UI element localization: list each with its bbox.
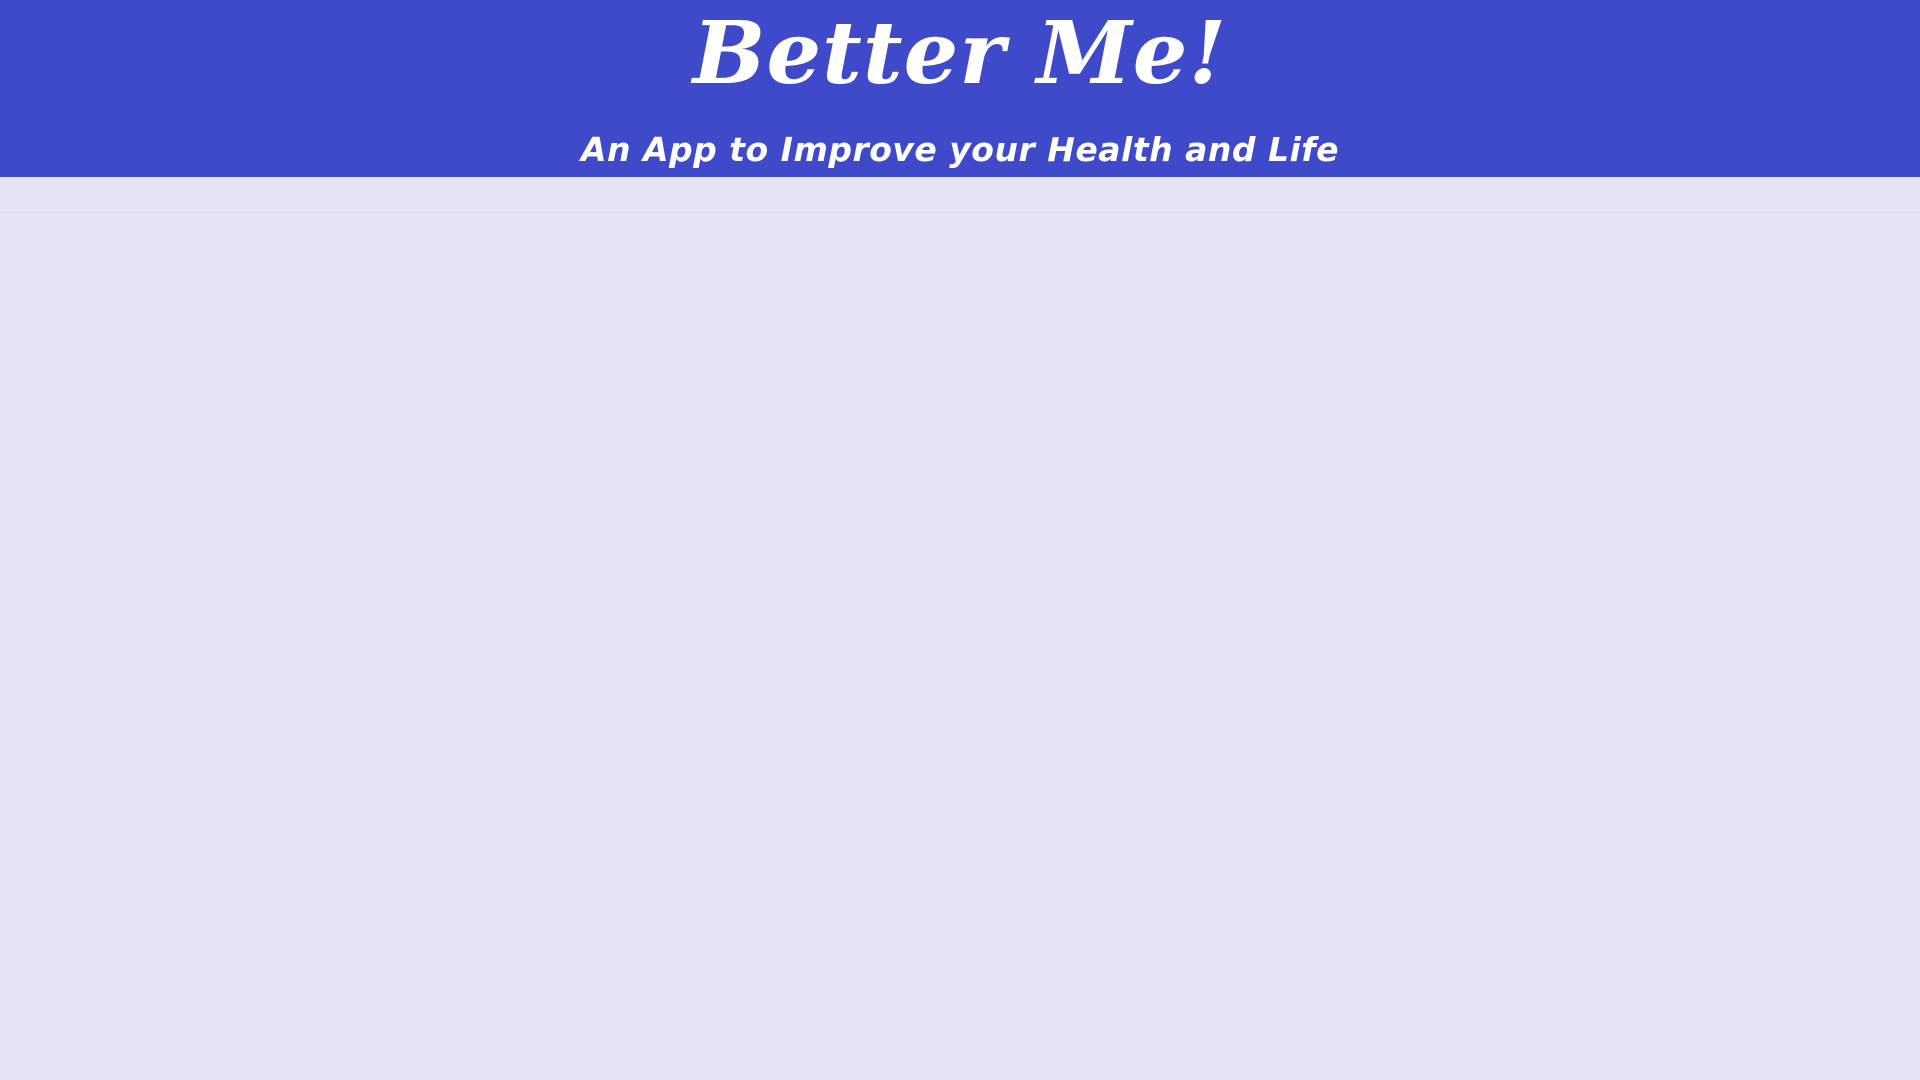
app-title: Better Me! (692, 3, 1228, 104)
content-divider (0, 212, 1920, 213)
app-subtitle: An App to Improve your Health and Life (580, 130, 1340, 169)
main-content-area (0, 177, 1920, 1080)
app-header: Better Me! An App to Improve your Health… (0, 0, 1920, 177)
